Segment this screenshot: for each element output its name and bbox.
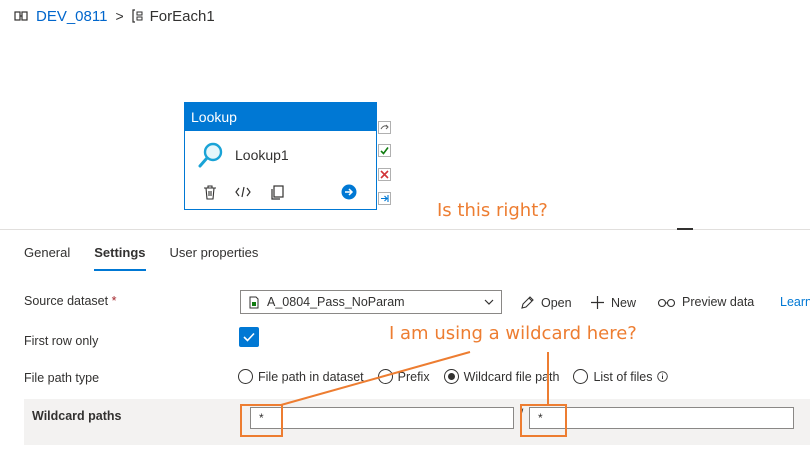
annotation-arrows: [280, 351, 549, 406]
